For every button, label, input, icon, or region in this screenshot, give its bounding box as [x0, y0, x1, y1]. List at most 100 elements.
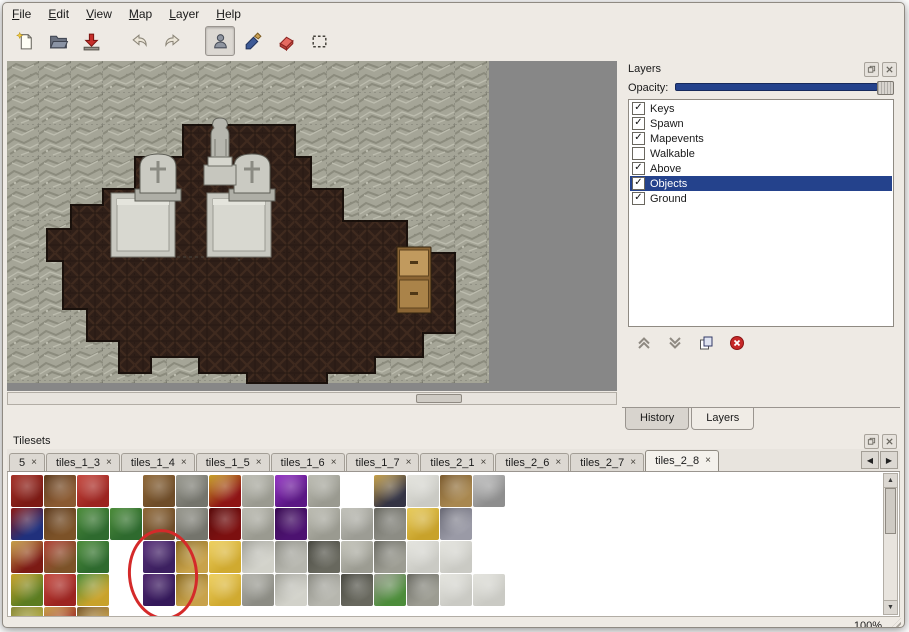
- tile-statue-top[interactable]: [242, 541, 274, 573]
- tile-banner-green[interactable]: [11, 574, 43, 606]
- tile-brass-horn[interactable]: [77, 607, 109, 617]
- tile-statue-bottom[interactable]: [275, 574, 307, 606]
- tile-red-jar[interactable]: [44, 574, 76, 606]
- tile-banana-plant[interactable]: [77, 574, 109, 606]
- tile-stone-door-top[interactable]: [176, 475, 208, 507]
- delete-layer-button[interactable]: [727, 334, 747, 352]
- tile-cabinet-top[interactable]: [143, 475, 175, 507]
- tile-red-stool[interactable]: [77, 475, 109, 507]
- open-button[interactable]: [43, 26, 73, 56]
- tile-stone-block[interactable]: [242, 475, 274, 507]
- tile-pale-tiles[interactable]: [407, 541, 439, 573]
- lower-layer-button[interactable]: [665, 334, 685, 352]
- tile-pale-tiles[interactable]: [440, 541, 472, 573]
- layer-row-keys[interactable]: ✓ Keys: [630, 101, 892, 116]
- tile-banner-red[interactable]: [11, 475, 43, 507]
- tileset-tab-tiles_2_7[interactable]: tiles_2_7 ×: [570, 453, 644, 471]
- layer-row-above[interactable]: ✓ Above: [630, 161, 892, 176]
- float-panel-button[interactable]: [864, 62, 879, 77]
- tile-sarcophagus[interactable]: [374, 508, 406, 540]
- tile-potted-plant[interactable]: [110, 508, 142, 540]
- tile-potted-plant[interactable]: [77, 508, 109, 540]
- tileset-tab-tiles_2_8[interactable]: tiles_2_8 ×: [645, 450, 719, 471]
- tileset-tab-tiles_1_6[interactable]: tiles_1_6 ×: [271, 453, 345, 471]
- map-canvas[interactable]: [7, 61, 617, 391]
- tileset-vertical-scrollbar[interactable]: ▲ ▼: [883, 473, 898, 615]
- opacity-slider[interactable]: [675, 80, 894, 95]
- scroll-tabs-left-button[interactable]: ◀: [861, 451, 879, 469]
- tile-purple-throne-bottom[interactable]: [275, 508, 307, 540]
- tile-red-horn[interactable]: [44, 607, 76, 617]
- select-tool-button[interactable]: [304, 26, 334, 56]
- stamp-tool-button[interactable]: [205, 26, 235, 56]
- tile-gargoyle-pale[interactable]: [341, 541, 373, 573]
- scroll-down-button[interactable]: ▼: [884, 600, 897, 614]
- close-panel-button[interactable]: [882, 62, 897, 77]
- tile-red-throne-top[interactable]: [209, 475, 241, 507]
- tileset-tab-tiles_2_1[interactable]: tiles_2_1 ×: [420, 453, 494, 471]
- tile-tomb-bottom[interactable]: [407, 574, 439, 606]
- raise-layer-button[interactable]: [634, 334, 654, 352]
- layer-visibility-checkbox[interactable]: ✓: [632, 117, 645, 130]
- tile-loom[interactable]: [44, 475, 76, 507]
- layer-row-spawn[interactable]: ✓ Spawn: [630, 116, 892, 131]
- menu-edit[interactable]: Edit: [48, 7, 69, 21]
- tileset-tab-tiles_2_6[interactable]: tiles_2_6 ×: [495, 453, 569, 471]
- tab-close-icon[interactable]: ×: [705, 456, 711, 466]
- tile-gold-cloth[interactable]: [11, 607, 43, 617]
- tile-stone-block[interactable]: [308, 475, 340, 507]
- tile-gold-chain[interactable]: [209, 541, 241, 573]
- tile-gold-pile[interactable]: [209, 574, 241, 606]
- panel-tab-layers[interactable]: Layers: [691, 408, 754, 430]
- undo-button[interactable]: [124, 26, 154, 56]
- tile-pale-tiles[interactable]: [440, 574, 472, 606]
- layer-row-objects[interactable]: ✓ Objects: [630, 176, 892, 191]
- horizontal-scrollbar-thumb[interactable]: [416, 394, 462, 403]
- float-panel-button[interactable]: [864, 434, 879, 449]
- eraser-tool-button[interactable]: [271, 26, 301, 56]
- vertical-scrollbar-thumb[interactable]: [885, 488, 896, 534]
- fill-tool-button[interactable]: [238, 26, 268, 56]
- tab-close-icon[interactable]: ×: [256, 458, 262, 468]
- tile-framed-picture[interactable]: [374, 475, 406, 507]
- redo-button[interactable]: [157, 26, 187, 56]
- map-horizontal-scrollbar[interactable]: [7, 392, 617, 405]
- tile-tomb-top[interactable]: [374, 541, 406, 573]
- tile-purple-throne-top[interactable]: [275, 475, 307, 507]
- scroll-up-button[interactable]: ▲: [884, 474, 897, 488]
- tile-vase-plant[interactable]: [374, 574, 406, 606]
- layer-visibility-checkbox[interactable]: ✓: [632, 177, 645, 190]
- tile-loom-base[interactable]: [44, 508, 76, 540]
- tileset-tab-tiles_1_4[interactable]: tiles_1_4 ×: [121, 453, 195, 471]
- menu-map[interactable]: Map: [129, 7, 152, 21]
- tab-close-icon[interactable]: ×: [555, 458, 561, 468]
- menu-layer[interactable]: Layer: [169, 7, 199, 21]
- tile-pale-tiles[interactable]: [407, 475, 439, 507]
- tab-close-icon[interactable]: ×: [630, 458, 636, 468]
- new-file-button[interactable]: [10, 26, 40, 56]
- tile-obelisk-top[interactable]: [341, 508, 373, 540]
- tab-close-icon[interactable]: ×: [406, 458, 412, 468]
- layer-row-walkable[interactable]: Walkable: [630, 146, 892, 161]
- tab-close-icon[interactable]: ×: [181, 458, 187, 468]
- tile-boulder[interactable]: [242, 574, 274, 606]
- close-panel-button[interactable]: [882, 434, 897, 449]
- tile-knight-armor[interactable]: [440, 508, 472, 540]
- opacity-slider-handle[interactable]: [877, 81, 894, 95]
- layer-visibility-checkbox[interactable]: ✓: [632, 192, 645, 205]
- tile-angel-statue-top[interactable]: [275, 541, 307, 573]
- tile-banner-crest[interactable]: [11, 541, 43, 573]
- tile-stone-block[interactable]: [308, 508, 340, 540]
- layer-visibility-checkbox[interactable]: ✓: [632, 102, 645, 115]
- tile-stone-door-bottom[interactable]: [176, 508, 208, 540]
- menu-help[interactable]: Help: [216, 7, 241, 21]
- tab-close-icon[interactable]: ×: [480, 458, 486, 468]
- tile-angel-statue-bottom[interactable]: [308, 574, 340, 606]
- tileset-tab-tiles_1_7[interactable]: tiles_1_7 ×: [346, 453, 420, 471]
- tab-close-icon[interactable]: ×: [331, 458, 337, 468]
- duplicate-layer-button[interactable]: [696, 334, 716, 352]
- tile-gargoyle-top[interactable]: [308, 541, 340, 573]
- tile-stone-block[interactable]: [242, 508, 274, 540]
- tile-wood-chest[interactable]: [440, 475, 472, 507]
- layer-row-mapevents[interactable]: ✓ Mapevents: [630, 131, 892, 146]
